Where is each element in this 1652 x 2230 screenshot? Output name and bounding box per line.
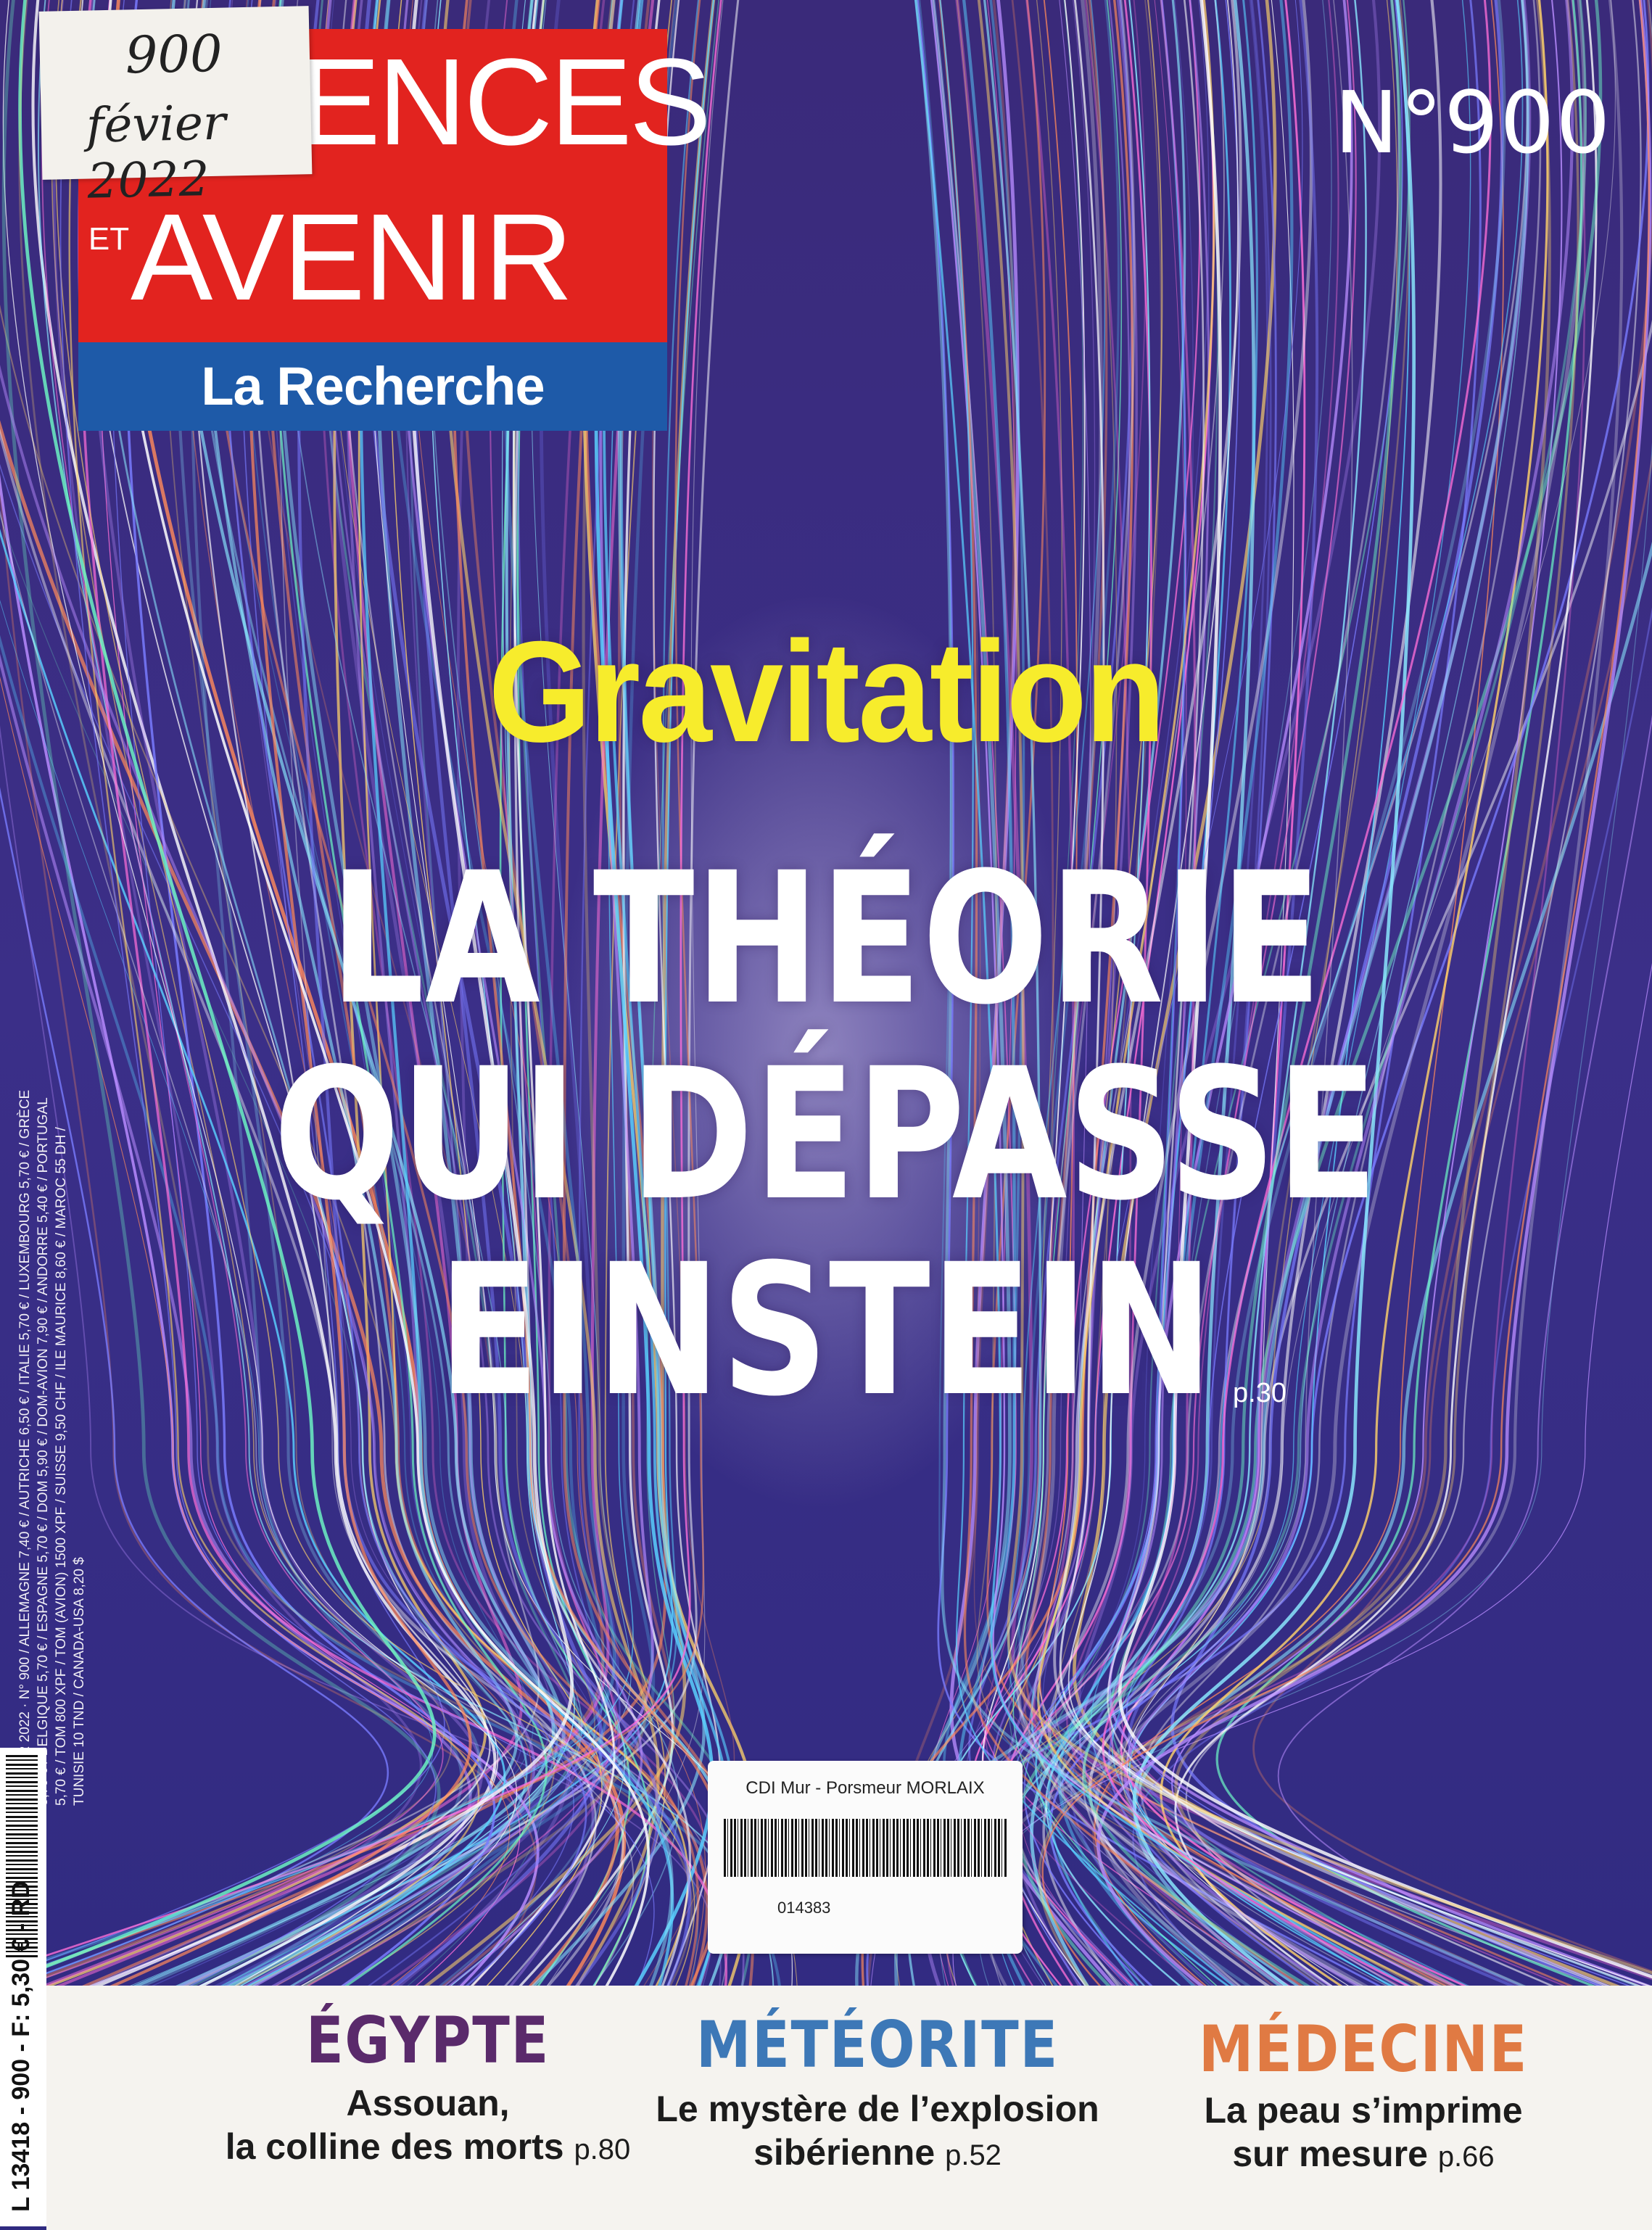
- topic-desc-egypte: Assouan, la colline des morts p.80: [225, 2083, 631, 2167]
- side-code: L 13418 - 900 - F: 5,30 € - RD: [7, 1880, 35, 2212]
- topic-desc-medecine: La peau s’imprime sur mesure p.66: [1204, 2090, 1523, 2174]
- topic-title-meteorite: MÉTÉORITE: [696, 2007, 1059, 2082]
- cover-kicker: Gravitation: [488, 611, 1165, 772]
- handwritten-number: 900: [125, 23, 223, 86]
- handwritten-date: févier 2022: [86, 94, 227, 210]
- cover-headline-line: LA THÉORIE: [329, 833, 1323, 1044]
- topic-desc-meteorite: Le mystère de l’explosion sibérienne p.5…: [656, 2089, 1099, 2173]
- issue-number: N°900: [1334, 73, 1612, 173]
- logo-et: ET: [88, 221, 130, 257]
- logo-avenir: AVENIR: [131, 189, 573, 326]
- library-number: 014383: [777, 1899, 831, 1917]
- magazine-cover: SCIENCES ET AVENIR La Recherche 900 févi…: [0, 0, 1652, 2230]
- cover-story-page: p.30: [1233, 1378, 1287, 1408]
- topic-title-egypte: ÉGYPTE: [305, 2003, 550, 2078]
- library-sticker: CDI Mur - Porsmeur MORLAIX 014383: [708, 1761, 1023, 1954]
- library-barcode: [724, 1819, 1007, 1877]
- handwritten-sticker: 900 févier 2022: [38, 6, 313, 210]
- price-list: FÉVRIER 2022 · N° 900 / ALLEMAGNE 7,40 €…: [17, 1089, 87, 1806]
- topic-title-medecine: MÉDECINE: [1198, 2012, 1529, 2086]
- library-label: CDI Mur - Porsmeur MORLAIX: [746, 1778, 985, 1798]
- logo-subtitle: La Recherche: [201, 356, 545, 416]
- cover-headline-line: QUI DÉPASSE: [273, 1029, 1379, 1240]
- cover-headline-line: EINSTEIN: [438, 1225, 1214, 1436]
